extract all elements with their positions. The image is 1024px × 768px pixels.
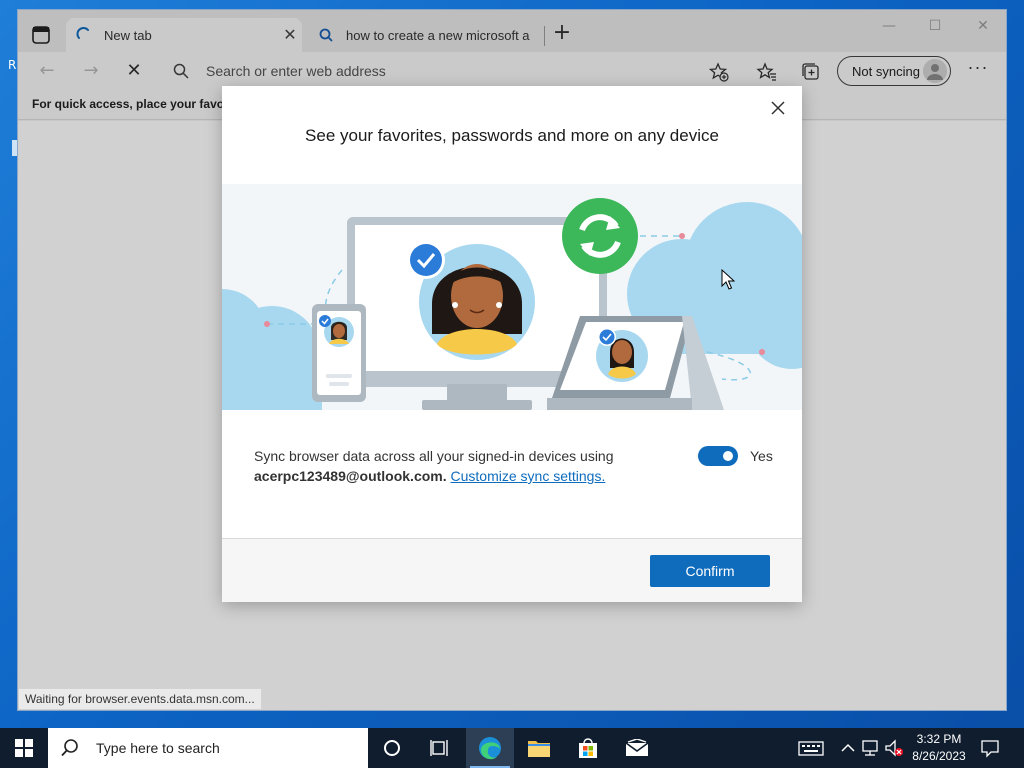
system-clock[interactable]: 3:32 PM 8/26/2023 <box>906 731 972 765</box>
sync-dialog: See your favorites, passwords and more o… <box>222 86 802 602</box>
task-view-button[interactable] <box>416 728 464 768</box>
network-icon[interactable] <box>860 738 880 758</box>
cortana-icon <box>384 740 400 756</box>
mail-icon <box>625 739 649 756</box>
dialog-title: See your favorites, passwords and more o… <box>305 126 719 145</box>
taskbar: Type here to search 3:32 PM 8/26/2023 <box>0 728 1024 768</box>
taskbar-search-box[interactable]: Type here to search <box>48 728 368 768</box>
taskbar-search-placeholder: Type here to search <box>96 740 220 756</box>
customize-sync-link[interactable]: Customize sync settings. <box>451 468 606 484</box>
volume-muted-icon[interactable] <box>884 738 904 758</box>
windows-logo-icon <box>15 739 33 757</box>
chevron-up-icon[interactable] <box>838 738 858 758</box>
sync-description: Sync browser data across all your signed… <box>254 446 634 486</box>
clock-date: 8/26/2023 <box>912 749 966 763</box>
account-email: acerpc123489@outlook.com. <box>254 468 447 484</box>
sync-devices-illustration <box>222 184 802 410</box>
taskbar-file-explorer[interactable] <box>515 728 563 768</box>
taskbar-mail[interactable] <box>613 728 661 768</box>
keyboard-icon[interactable] <box>798 738 824 758</box>
sync-toggle[interactable] <box>698 446 738 466</box>
sync-text: Sync browser data across all your signed… <box>254 448 614 464</box>
edge-icon <box>479 737 501 760</box>
cortana-button[interactable] <box>368 728 416 768</box>
task-view-icon <box>430 740 448 756</box>
notification-icon[interactable] <box>980 738 1000 758</box>
status-bar: Waiting for browser.events.data.msn.com.… <box>18 688 262 710</box>
clock-time: 3:32 PM <box>916 732 962 746</box>
start-button[interactable] <box>0 728 48 768</box>
confirm-button[interactable]: Confirm <box>650 555 770 587</box>
close-icon[interactable] <box>768 98 788 118</box>
toggle-knob <box>723 451 733 461</box>
store-icon <box>579 738 597 758</box>
search-icon <box>61 739 78 757</box>
file-explorer-icon <box>528 741 550 757</box>
taskbar-edge[interactable] <box>466 728 514 768</box>
mouse-cursor-icon <box>721 269 735 290</box>
dialog-footer: Confirm <box>222 538 802 602</box>
desktop-icon-label: R <box>8 58 17 72</box>
taskbar-store[interactable] <box>564 728 612 768</box>
toggle-label: Yes <box>750 448 773 464</box>
